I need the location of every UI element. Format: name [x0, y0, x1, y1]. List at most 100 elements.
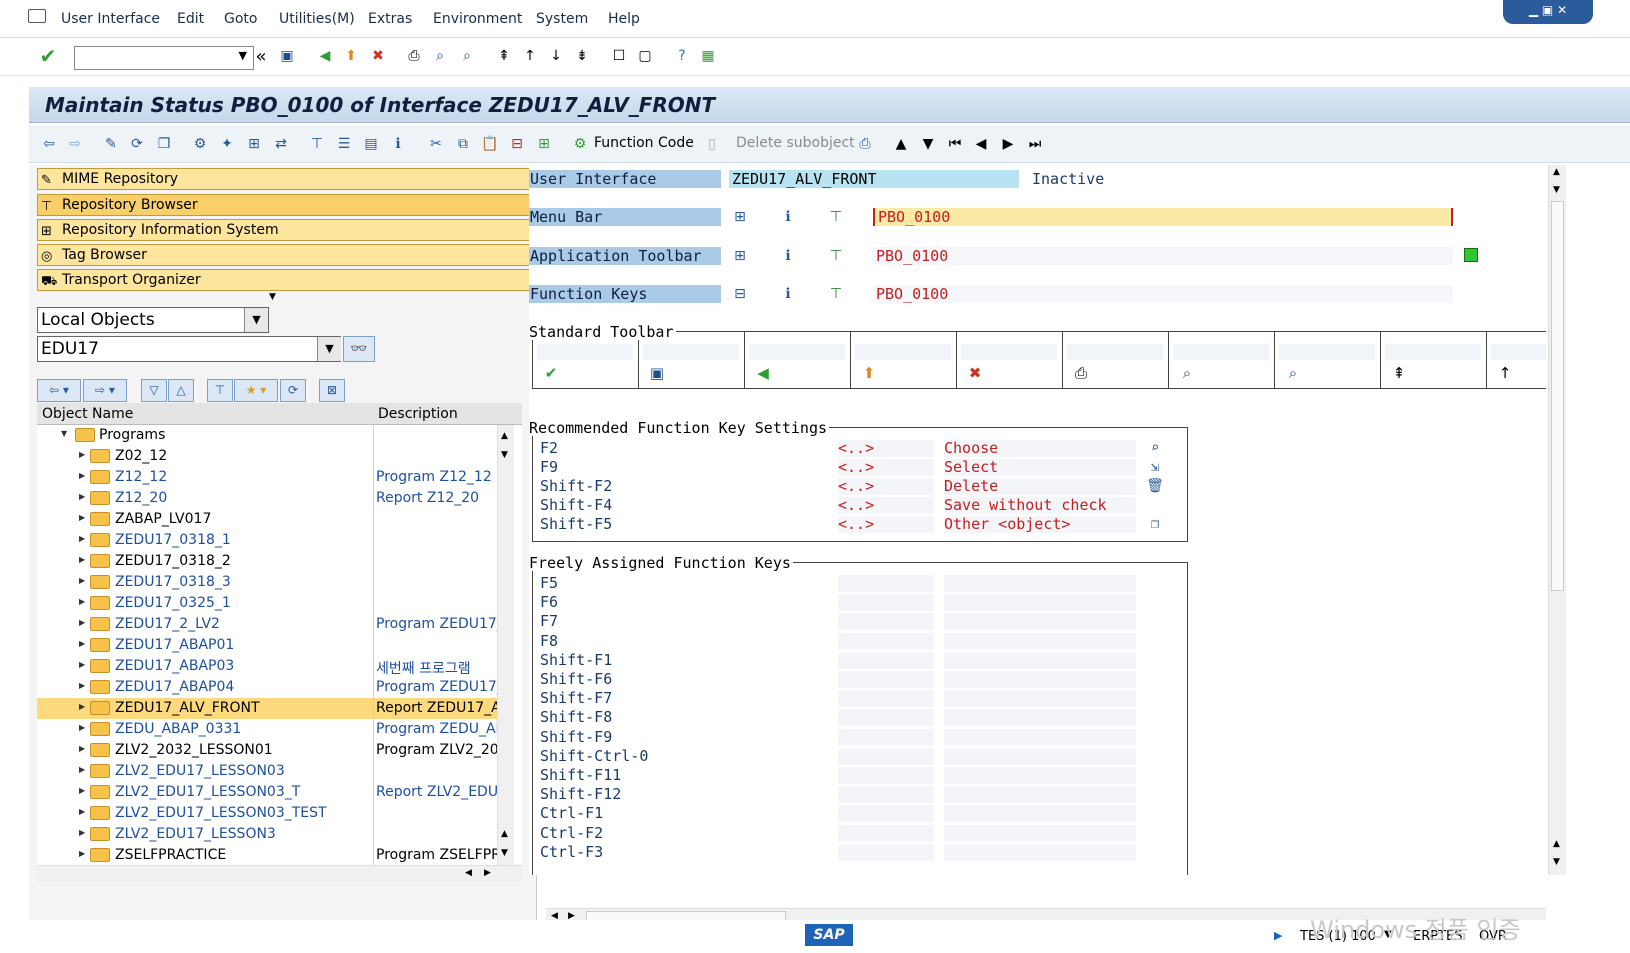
save-icon[interactable]: ▣ — [277, 46, 297, 66]
object-name[interactable]: ZEDU_ABAP_0331 — [115, 721, 241, 737]
object-name[interactable]: ZEDU17_ALV_FRONT — [115, 700, 260, 716]
scroll-left-icon[interactable]: ◀ — [465, 868, 472, 878]
tree-scrollbar[interactable]: ▲ ▼ ▲ ▼ — [497, 425, 514, 865]
function-text-input[interactable] — [944, 575, 1136, 592]
function-text-input[interactable] — [944, 671, 1136, 688]
collapse-icon[interactable]: « — [251, 46, 271, 67]
expand-arrow-icon[interactable]: ▶ — [79, 492, 85, 501]
function-code-input[interactable] — [838, 786, 934, 804]
close-tree-icon[interactable]: ⊠ — [319, 379, 345, 402]
previous-page-icon[interactable]: ↑ — [520, 46, 540, 66]
delete-trash-icon[interactable]: 🗑 — [1146, 477, 1164, 495]
expand-arrow-icon[interactable]: ▶ — [79, 471, 85, 480]
activate-icon[interactable]: ✦ — [216, 134, 238, 154]
object-name[interactable]: ZEDU17_ABAP03 — [115, 658, 234, 674]
other-object-icon[interactable]: ❐ — [1146, 515, 1164, 533]
object-name[interactable]: ZLV2_EDU17_LESSON03_TEST — [115, 805, 327, 821]
toolbar-slot-first-page[interactable]: ⇞ — [1381, 332, 1487, 388]
statusbar-play-icon[interactable]: ▶ — [1274, 929, 1282, 942]
function-text-input[interactable] — [944, 613, 1136, 631]
window-controls[interactable]: ▁ ▣ ✕ — [1503, 0, 1593, 24]
nav-tag-browser[interactable]: ◎ Tag Browser — [37, 244, 534, 266]
cut-icon[interactable]: ✂ — [425, 134, 447, 154]
collapse-all-icon[interactable]: △ — [168, 379, 194, 402]
menu-user-interface[interactable]: User Interface — [61, 11, 160, 27]
toolbar-slot-field[interactable] — [749, 344, 845, 360]
toolbar-slot-find[interactable]: ⌕ — [1169, 332, 1275, 388]
expand-arrow-icon[interactable]: ▼ — [269, 292, 276, 302]
tree-row[interactable]: ▶ ZEDU17_0318_1 — [37, 530, 502, 551]
menu-goto[interactable]: Goto — [224, 11, 257, 27]
function-text-input[interactable] — [944, 786, 1136, 804]
function-text-input[interactable] — [944, 767, 1136, 784]
command-field[interactable]: ▼ — [74, 46, 254, 70]
previous-object-icon[interactable]: ⇦ ▾ — [37, 379, 81, 402]
application-toolbar-input[interactable]: PBO_0100 — [873, 247, 1453, 265]
function-code-input[interactable] — [838, 575, 934, 592]
scroll-down-icon[interactable]: ▼ — [1553, 857, 1560, 867]
object-name-input[interactable]: EDU17 ▼ — [37, 336, 341, 362]
expand-arrow-icon[interactable]: ▶ — [79, 744, 85, 753]
previous-icon[interactable]: ◀ — [970, 134, 992, 154]
check-icon[interactable]: ⚙ — [189, 134, 211, 154]
object-name[interactable]: ZEDU17_ABAP04 — [115, 679, 234, 695]
help-icon[interactable]: ? — [672, 46, 692, 66]
object-name[interactable]: ZEDU17_0318_2 — [115, 553, 231, 569]
tree-row[interactable]: ▶ ZEDU_ABAP_0331 Program ZEDU_AB/ — [37, 719, 502, 740]
toolbar-slot-print[interactable]: ⎙ — [1063, 332, 1169, 388]
tree-row[interactable]: ▶ ZSELFPRACTICE Program ZSELFPRA — [37, 845, 502, 865]
nav-transport-organizer[interactable]: ⛟ Transport Organizer — [37, 269, 534, 291]
function-code-input[interactable] — [838, 671, 934, 688]
function-text-input[interactable] — [944, 651, 1136, 669]
function-code-icon[interactable]: ⚙ — [569, 134, 591, 154]
function-code-input[interactable] — [838, 632, 934, 650]
scroll-right-icon[interactable]: ▶ — [484, 868, 491, 878]
function-code-input[interactable] — [838, 651, 934, 669]
function-keys-info-icon[interactable]: ℹ — [779, 285, 797, 303]
chevron-down-icon[interactable]: ▼ — [244, 308, 268, 332]
favorites-icon[interactable]: ★ ▾ — [234, 379, 278, 402]
function-text-input[interactable] — [944, 690, 1136, 708]
tree-row[interactable]: ▶ ZEDU17_ALV_FRONT Report ZEDU17_AL — [37, 698, 502, 719]
toolbar-slot-cancel[interactable]: ✖ — [957, 332, 1063, 388]
print-icon[interactable]: ⎙ — [404, 46, 424, 66]
expand-arrow-icon[interactable]: ▶ — [79, 450, 85, 459]
last-icon[interactable]: ⏭ — [1024, 134, 1046, 154]
function-code-input[interactable] — [838, 728, 934, 746]
function-code-input[interactable] — [838, 767, 934, 784]
object-name[interactable]: ZEDU17_0318_1 — [115, 532, 231, 548]
navigate-icon[interactable]: ⇄ — [270, 134, 292, 154]
refresh-icon[interactable]: ⟳ — [280, 379, 306, 402]
tree-row[interactable]: ▶ ZEDU17_0325_1 — [37, 593, 502, 614]
new-session-icon[interactable]: ☐ — [609, 46, 629, 66]
expand-arrow-icon[interactable]: ▶ — [79, 534, 85, 543]
app-toolbar-info-icon[interactable]: ℹ — [779, 247, 797, 265]
expand-arrow-icon[interactable]: ▶ — [79, 555, 85, 564]
tree-row[interactable]: ▶ ZLV2_EDU17_LESSON03_T Report ZLV2_EDU1 — [37, 782, 502, 803]
toolbar-slot-field[interactable] — [1173, 344, 1269, 360]
toolbar-slot-field[interactable] — [1491, 344, 1546, 360]
function-code-input[interactable] — [838, 824, 934, 842]
main-scrollbar[interactable]: ▲ ▼ ▲ ▼ — [1548, 165, 1566, 875]
function-code-input[interactable] — [838, 709, 934, 727]
expand-arrow-icon[interactable]: ▶ — [79, 702, 85, 711]
tree-root-programs[interactable]: ▼ Programs — [37, 425, 502, 446]
display-change-icon[interactable]: ✎ — [100, 134, 122, 154]
toolbar-slot-field[interactable] — [855, 344, 951, 360]
object-name[interactable]: ZLV2_EDU17_LESSON03 — [115, 763, 285, 779]
tree-row[interactable]: ▶ ZABAP_LV017 — [37, 509, 502, 530]
tree-hscrollbar[interactable]: ◀ ▶ — [37, 865, 522, 882]
expand-arrow-icon[interactable]: ▶ — [79, 618, 85, 627]
function-text-input[interactable] — [944, 632, 1136, 650]
tree-row[interactable]: ▶ ZEDU17_ABAP04 Program ZEDU17_A — [37, 677, 502, 698]
expand-all-icon[interactable]: ▽ — [141, 379, 167, 402]
display-glasses-icon[interactable]: 👓 — [343, 336, 375, 362]
scroll-down-icon[interactable]: ▼ — [501, 450, 508, 460]
function-code-input[interactable] — [838, 594, 934, 612]
toolbar-slot-field[interactable] — [1385, 344, 1481, 360]
expand-arrow-icon[interactable]: ▶ — [79, 681, 85, 690]
hierarchy-icon[interactable]: ⊤ — [306, 134, 328, 154]
object-name[interactable]: ZABAP_LV017 — [115, 511, 211, 527]
back-arrow-icon[interactable]: ⇦ — [38, 134, 60, 154]
scroll-thumb[interactable] — [1551, 201, 1564, 591]
